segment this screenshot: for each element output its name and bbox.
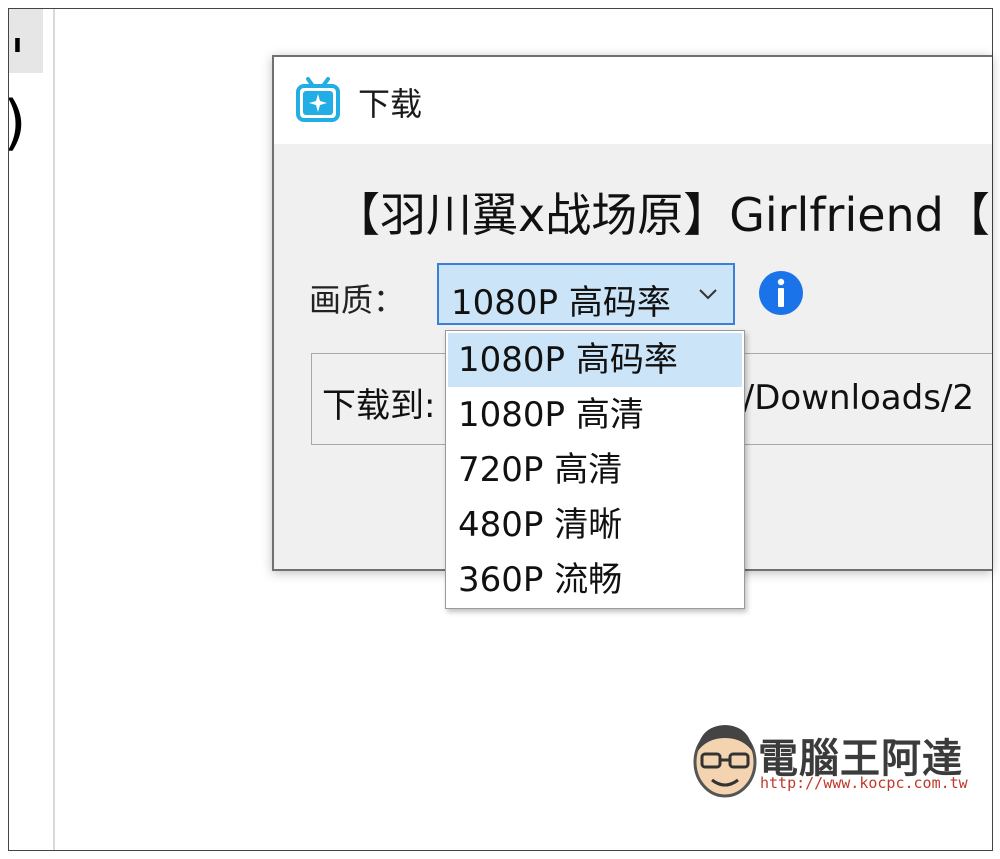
watermark: 電腦王阿達 http://www.kocpc.com.tw	[688, 716, 968, 800]
mascot-face-icon	[693, 725, 757, 798]
dialog-titlebar[interactable]: 下载	[274, 57, 992, 144]
dialog-title: 下载	[358, 85, 423, 123]
quality-option[interactable]: 360P 流畅	[448, 553, 742, 607]
quality-select[interactable]: 1080P 高码率	[437, 263, 735, 325]
quality-option[interactable]: 1080P 高清	[448, 388, 742, 442]
watermark-url: http://www.kocpc.com.tw	[760, 774, 968, 792]
background-glyph-paren: )	[9, 93, 26, 153]
quality-dropdown-list: 1080P 高码率 1080P 高清 720P 高清 480P 清晰 360P …	[445, 330, 745, 609]
quality-label: 画质：	[309, 281, 406, 319]
background-glyph: ı	[13, 29, 22, 59]
save-location-label: 下载到:	[322, 386, 436, 426]
chevron-down-icon	[699, 289, 717, 300]
quality-option[interactable]: 1080P 高码率	[448, 333, 742, 387]
save-location-path: Y/Downloads/2	[722, 378, 975, 418]
quality-option[interactable]: 480P 清晰	[448, 498, 742, 552]
background-window-edge: ı )	[9, 9, 55, 850]
quality-select-value: 1080P 高码率	[451, 283, 671, 323]
quality-option[interactable]: 720P 高清	[448, 443, 742, 497]
bilibili-tv-icon	[296, 77, 340, 122]
video-title: 【羽川翼x战场原】Girlfriend【	[334, 188, 990, 242]
info-icon[interactable]	[757, 269, 805, 317]
